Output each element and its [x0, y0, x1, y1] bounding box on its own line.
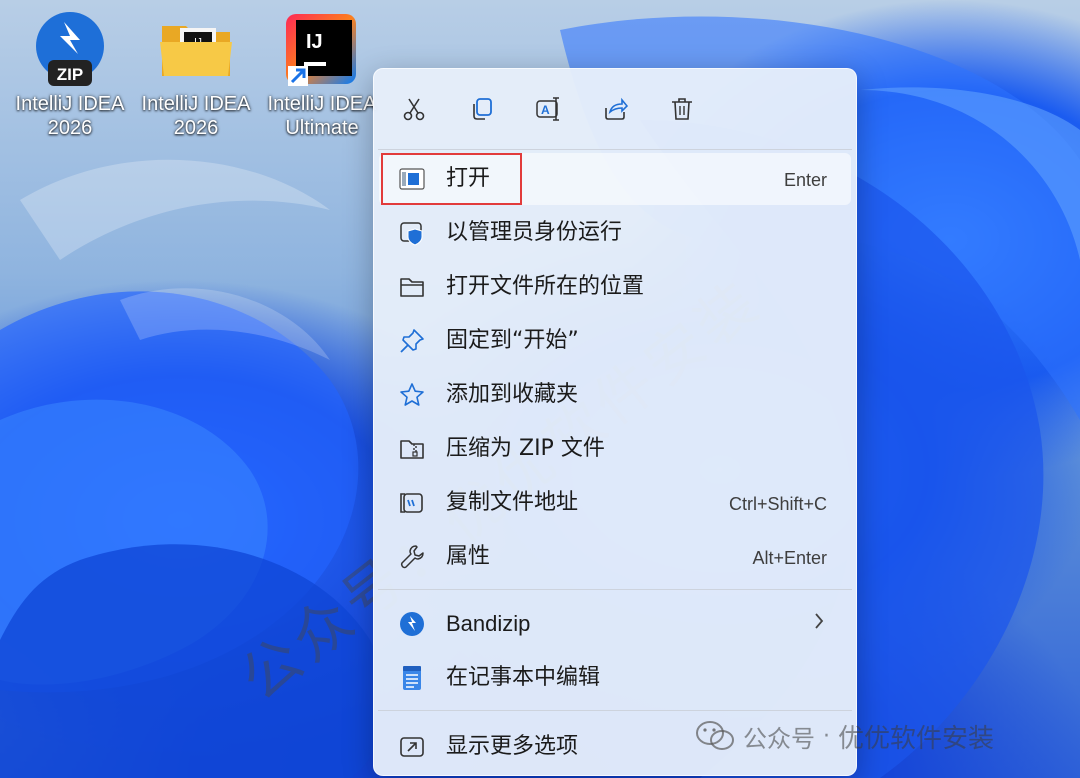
desktop-icon-label-line1: IntelliJ IDEA: [141, 93, 251, 115]
share-button[interactable]: [595, 89, 635, 129]
zip-folder-icon: [399, 436, 425, 462]
delete-button[interactable]: [662, 89, 702, 129]
intellij-shortcut-icon: IJ: [282, 10, 362, 90]
folder-icon: IJ: [156, 10, 236, 90]
share-icon: [605, 97, 628, 120]
menu-item-label: 压缩为 ZIP 文件: [446, 436, 605, 461]
menu-item-label: 打开文件所在的位置: [446, 274, 645, 299]
desktop-icon-zip[interactable]: ZIP IntelliJ IDEA 2026: [10, 10, 130, 140]
zip-badge-text: ZIP: [57, 65, 83, 84]
menu-item-label: 在记事本中编辑: [446, 665, 601, 690]
watermark-account-label: 公众号: [743, 724, 815, 753]
watermark-account-name: 优优软件安装: [838, 723, 995, 754]
more-options-icon: [399, 734, 425, 760]
cut-button[interactable]: [394, 89, 434, 129]
menu-item-label: 以管理员身份运行: [446, 220, 623, 245]
copy-icon: [473, 98, 492, 120]
menu-item-open[interactable]: 打开 Enter: [379, 153, 851, 205]
submenu-chevron-icon: [813, 611, 825, 637]
menu-item-shortcut: Alt+Enter: [752, 548, 827, 568]
shield-admin-icon: [399, 220, 425, 246]
menu-item-shortcut: Ctrl+Shift+C: [728, 494, 827, 514]
menu-item-compress-zip[interactable]: 压缩为 ZIP 文件: [379, 423, 851, 475]
svg-text:A: A: [541, 103, 550, 117]
copy-path-icon: [399, 490, 425, 516]
menu-item-copy-path[interactable]: 复制文件地址 Ctrl+Shift+C: [379, 477, 851, 529]
wrench-icon: [399, 544, 425, 570]
menu-item-shortcut: Enter: [783, 170, 827, 190]
menu-item-add-to-favorites[interactable]: 添加到收藏夹: [379, 369, 851, 421]
rename-icon: A: [536, 97, 559, 121]
desktop-icon-label-line1: IntelliJ IDEA: [15, 93, 125, 115]
rename-button[interactable]: A: [528, 89, 568, 129]
menu-item-bandizip[interactable]: Bandizip: [379, 598, 851, 650]
intellij-badge-text: IJ: [306, 31, 323, 53]
watermark-account: 公众号 · 优优软件安装: [695, 714, 994, 758]
menu-item-open-file-location[interactable]: 打开文件所在的位置: [379, 261, 851, 313]
pin-icon: [399, 328, 425, 354]
copy-button[interactable]: [461, 89, 501, 129]
open-app-icon: [399, 166, 425, 192]
desktop-icon-intellij[interactable]: IJ IntelliJ IDEA Ultimate: [262, 10, 382, 140]
menu-item-edit-in-notepad[interactable]: 在记事本中编辑: [379, 652, 851, 704]
menu-item-label: 添加到收藏夹: [446, 382, 579, 407]
menu-item-run-as-admin[interactable]: 以管理员身份运行: [379, 207, 851, 259]
menu-separator: [378, 710, 852, 711]
desktop-icon-label-line2: Ultimate: [285, 117, 359, 139]
bandizip-archive-icon: ZIP: [30, 10, 110, 90]
desktop-icon-label-line1: IntelliJ IDEA: [267, 93, 377, 115]
desktop-icon-folder[interactable]: IJ IntelliJ IDEA 2026: [136, 10, 256, 140]
menu-item-label: 打开: [446, 166, 491, 191]
watermark-separator: ·: [823, 723, 830, 749]
menu-item-label: 固定到“开始”: [446, 328, 579, 353]
wechat-icon: [696, 721, 734, 750]
folder-icon: [399, 274, 425, 300]
delete-icon: [672, 98, 692, 120]
context-menu: A 打开 Enter 以管理员身份运行 打开文件所在的位置 固定到“开始” 添加…: [373, 68, 857, 776]
menu-separator: [378, 589, 852, 590]
context-menu-toolbar: A: [374, 81, 856, 135]
cut-icon: [403, 98, 425, 121]
desktop-icon-label-line2: 2026: [47, 117, 93, 139]
bandizip-icon: [399, 611, 425, 637]
menu-item-label: 属性: [446, 544, 491, 569]
notepad-icon: [399, 665, 425, 691]
menu-item-label: Bandizip: [446, 611, 531, 636]
menu-item-pin-to-start[interactable]: 固定到“开始”: [379, 315, 851, 367]
menu-item-properties[interactable]: 属性 Alt+Enter: [379, 531, 851, 583]
menu-item-label: 显示更多选项: [446, 734, 579, 759]
desktop-icon-label-line2: 2026: [173, 117, 219, 139]
menu-item-label: 复制文件地址: [446, 490, 579, 515]
menu-separator: [378, 149, 852, 150]
star-icon: [399, 382, 425, 408]
